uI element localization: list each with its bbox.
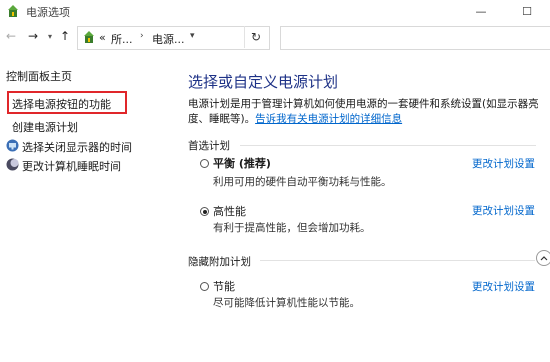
change-settings-balanced-link[interactable]: 更改计划设置	[472, 156, 535, 171]
plan-name-power-saver[interactable]: 节能	[213, 278, 235, 294]
title-bar: 电源选项 — ☐	[0, 0, 550, 22]
breadcrumb-all-items[interactable]: 所...	[111, 31, 133, 47]
preferred-plans-divider	[240, 145, 536, 146]
sidebar-item-display-off-time[interactable]: 选择关闭显示器的时间	[22, 139, 132, 155]
forward-button[interactable]: →	[28, 29, 38, 43]
preferred-plans-label: 首选计划	[188, 140, 230, 152]
address-dropdown-icon[interactable]: ▾	[190, 31, 195, 41]
page-title: 选择或自定义电源计划	[188, 73, 339, 91]
hidden-plans-divider	[260, 260, 535, 261]
back-button[interactable]: ←	[6, 29, 16, 43]
sidebar-item-create-plan[interactable]: 创建电源计划	[12, 119, 78, 135]
learn-more-link[interactable]: 告诉我有关电源计划的详细信息	[255, 113, 402, 125]
plan-desc-balanced: 利用可用的硬件自动平衡功耗与性能。	[213, 176, 392, 188]
plan-description: 电源计划是用于管理计算机如何使用电源的一套硬件和系统设置(如显示器亮度、睡眠等)…	[188, 97, 550, 127]
change-settings-high-performance-link[interactable]: 更改计划设置	[472, 203, 535, 218]
change-settings-power-saver-link[interactable]: 更改计划设置	[472, 279, 535, 294]
breadcrumb-separator[interactable]: ›	[140, 31, 144, 41]
radio-balanced[interactable]	[200, 159, 209, 168]
display-icon	[6, 139, 19, 152]
hidden-plans-label: 隐藏附加计划	[188, 256, 251, 268]
recent-locations-dropdown-icon[interactable]: ▾	[48, 32, 52, 41]
maximize-button[interactable]: ☐	[504, 0, 550, 22]
sleep-moon-icon	[6, 158, 19, 171]
address-row: ← → ▾ ↑ « 所... › 电源... ▾ ↻	[0, 22, 550, 54]
up-button[interactable]: ↑	[60, 29, 70, 43]
sidebar-control-panel-home[interactable]: 控制面板主页	[6, 68, 72, 84]
plan-name-balanced[interactable]: 平衡 (推荐)	[213, 155, 271, 171]
address-bar[interactable]: « 所... › 电源... ▾	[77, 26, 270, 50]
sidebar-item-power-button[interactable]: 选择电源按钮的功能	[12, 96, 111, 112]
window-title: 电源选项	[26, 6, 70, 19]
radio-power-saver[interactable]	[200, 282, 209, 291]
control-panel-icon	[84, 31, 94, 43]
address-prefix[interactable]: «	[99, 31, 106, 44]
breadcrumb-power-options[interactable]: 电源...	[152, 31, 185, 47]
plan-desc-high-performance: 有利于提高性能，但会增加功耗。	[213, 222, 371, 234]
minimize-button[interactable]: —	[458, 0, 504, 22]
search-input[interactable]	[280, 26, 550, 50]
radio-high-performance[interactable]	[200, 207, 209, 216]
power-options-icon	[8, 5, 18, 17]
collapse-hidden-plans-button[interactable]	[536, 250, 550, 266]
plan-desc-power-saver: 尽可能降低计算机性能以节能。	[213, 297, 360, 309]
refresh-button[interactable]: ↻	[244, 26, 267, 48]
sidebar-item-sleep-time[interactable]: 更改计算机睡眠时间	[22, 158, 121, 174]
chevron-up-icon	[540, 256, 548, 261]
plan-name-high-performance[interactable]: 高性能	[213, 203, 246, 219]
